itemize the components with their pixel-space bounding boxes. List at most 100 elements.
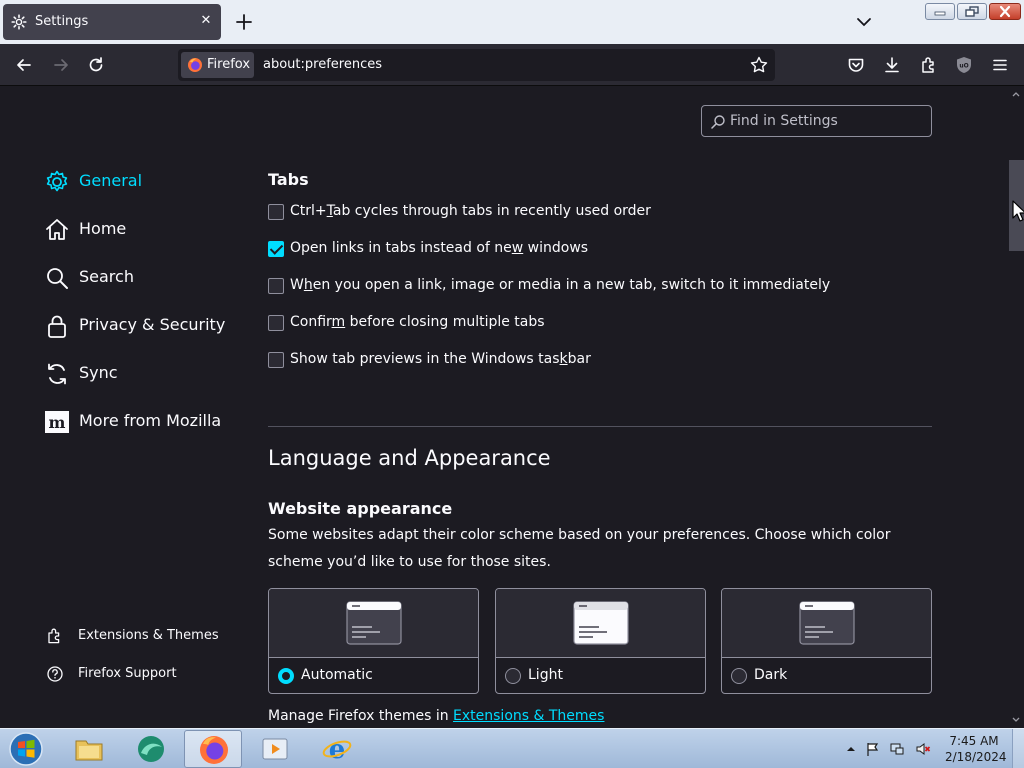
mouse-cursor-icon bbox=[1012, 200, 1024, 222]
new-tab-icon[interactable] bbox=[232, 10, 256, 34]
clock-time: 7:45 AM bbox=[949, 734, 999, 748]
find-in-settings-input[interactable] bbox=[730, 111, 925, 131]
taskbar-file-explorer[interactable] bbox=[60, 730, 118, 768]
reload-icon[interactable] bbox=[86, 55, 106, 75]
category-label: Privacy & Security bbox=[79, 315, 226, 334]
checkbox[interactable] bbox=[268, 204, 284, 220]
page-scrollbar[interactable] bbox=[1008, 86, 1024, 728]
theme-preview bbox=[496, 589, 705, 658]
taskbar-media-player[interactable] bbox=[246, 730, 304, 768]
tab-close-icon[interactable]: ✕ bbox=[197, 12, 215, 30]
search-icon bbox=[47, 268, 68, 289]
theme-option-automatic[interactable]: Automatic bbox=[268, 588, 479, 694]
bookmark-star-icon[interactable] bbox=[749, 55, 769, 75]
url-bar[interactable]: Firefox about:preferences bbox=[178, 49, 775, 81]
gear-icon bbox=[11, 14, 27, 30]
tab-settings[interactable]: Settings ✕ bbox=[3, 4, 221, 40]
action-center-flag-icon[interactable] bbox=[865, 741, 881, 757]
checkbox[interactable] bbox=[268, 352, 284, 368]
taskbar-browser[interactable] bbox=[122, 730, 180, 768]
category-search[interactable]: Search bbox=[44, 262, 254, 292]
sidebar-firefox-support-link[interactable]: Firefox Support bbox=[46, 663, 246, 685]
internet-explorer-icon: e bbox=[322, 735, 352, 765]
extensions-themes-link[interactable]: Extensions & Themes bbox=[453, 708, 604, 724]
taskbar-firefox[interactable] bbox=[184, 730, 242, 768]
language-appearance-heading: Language and Appearance bbox=[268, 446, 551, 470]
sync-icon bbox=[48, 363, 66, 385]
scroll-down-arrow-icon[interactable] bbox=[1012, 716, 1020, 724]
sidebar-link-label: Extensions & Themes bbox=[78, 628, 219, 643]
help-icon bbox=[47, 666, 63, 682]
radio-button[interactable] bbox=[731, 668, 747, 684]
theme-preview-icon bbox=[799, 601, 855, 645]
navigation-toolbar: Firefox about:preferences uO bbox=[0, 44, 1024, 86]
window-restore-button[interactable] bbox=[957, 3, 987, 20]
window-close-button[interactable] bbox=[989, 3, 1021, 20]
theme-label: Light bbox=[528, 667, 563, 683]
identity-box[interactable]: Firefox bbox=[181, 52, 254, 78]
tray-expand-icon[interactable] bbox=[843, 741, 859, 757]
back-arrow-icon[interactable] bbox=[14, 55, 34, 75]
option-label: Show tab previews in the Windows taskbar bbox=[290, 351, 591, 367]
forward-arrow-icon[interactable] bbox=[51, 55, 71, 75]
option-label: When you open a link, image or media in … bbox=[290, 277, 831, 293]
pocket-icon[interactable] bbox=[846, 55, 866, 75]
checkbox[interactable] bbox=[268, 241, 284, 257]
identity-label: Firefox bbox=[207, 57, 251, 72]
radio-button[interactable] bbox=[278, 668, 294, 684]
category-general[interactable]: General bbox=[44, 166, 254, 196]
gear-icon bbox=[46, 170, 68, 192]
mozilla-icon: m bbox=[45, 411, 69, 433]
file-explorer-icon bbox=[75, 740, 103, 761]
windows-start-icon[interactable] bbox=[7, 731, 45, 767]
theme-option-light[interactable]: Light bbox=[495, 588, 706, 694]
theme-option-dark[interactable]: Dark bbox=[721, 588, 932, 694]
category-label: Home bbox=[79, 219, 127, 238]
minimize-icon bbox=[934, 11, 946, 16]
category-privacy-security[interactable]: Privacy & Security bbox=[44, 310, 254, 340]
url-text[interactable]: about:preferences bbox=[263, 57, 382, 72]
category-label: Search bbox=[79, 267, 134, 286]
find-in-settings-field[interactable] bbox=[701, 105, 932, 137]
option-label: Ctrl+Tab cycles through tabs in recently… bbox=[290, 203, 651, 219]
system-tray bbox=[843, 739, 943, 759]
theme-preview bbox=[722, 589, 931, 658]
category-label: More from Mozilla bbox=[79, 411, 222, 430]
website-appearance-description: Some websites adapt their color scheme b… bbox=[268, 527, 891, 570]
theme-preview bbox=[269, 589, 478, 658]
menu-hamburger-icon[interactable] bbox=[990, 55, 1010, 75]
clock-date: 2/18/2024 bbox=[945, 750, 1007, 764]
settings-page: General Home Search Privacy & Security S… bbox=[0, 86, 1008, 728]
extensions-puzzle-icon[interactable] bbox=[919, 55, 939, 75]
tab-strip: Settings ✕ bbox=[0, 0, 1024, 44]
checkbox[interactable] bbox=[268, 278, 284, 294]
taskbar-clock[interactable]: 7:45 AM 2/18/2024 bbox=[945, 733, 1007, 765]
downloads-icon[interactable] bbox=[882, 55, 902, 75]
tab-title: Settings bbox=[35, 14, 89, 29]
show-desktop-button[interactable] bbox=[1012, 729, 1024, 768]
sidebar-extensions-themes-link[interactable]: Extensions & Themes bbox=[46, 625, 246, 647]
sidebar-link-label: Firefox Support bbox=[78, 666, 177, 681]
taskbar-internet-explorer[interactable]: e bbox=[308, 730, 366, 768]
website-appearance-heading: Website appearance bbox=[268, 499, 453, 518]
svg-text:m: m bbox=[49, 413, 66, 432]
ublock-shield-icon[interactable]: uO bbox=[954, 55, 974, 75]
window-minimize-button[interactable] bbox=[925, 3, 955, 20]
scroll-up-arrow-icon[interactable] bbox=[1012, 90, 1020, 98]
chevron-down-icon[interactable] bbox=[853, 11, 875, 33]
network-icon[interactable] bbox=[889, 741, 905, 757]
checkbox[interactable] bbox=[268, 315, 284, 331]
svg-text:uO: uO bbox=[959, 63, 968, 70]
radio-button[interactable] bbox=[505, 668, 521, 684]
volume-muted-icon[interactable] bbox=[915, 741, 931, 757]
tabs-heading: Tabs bbox=[268, 170, 309, 189]
category-sync[interactable]: Sync bbox=[44, 358, 254, 388]
media-player-icon bbox=[262, 738, 288, 760]
manage-themes-text: Manage Firefox themes in Extensions & Th… bbox=[268, 708, 605, 724]
browser-icon bbox=[138, 736, 164, 762]
section-divider bbox=[268, 426, 932, 427]
category-home[interactable]: Home bbox=[44, 214, 254, 244]
category-more-from-mozilla[interactable]: m More from Mozilla bbox=[44, 406, 254, 436]
category-label: General bbox=[79, 171, 143, 190]
category-label: Sync bbox=[79, 363, 118, 382]
